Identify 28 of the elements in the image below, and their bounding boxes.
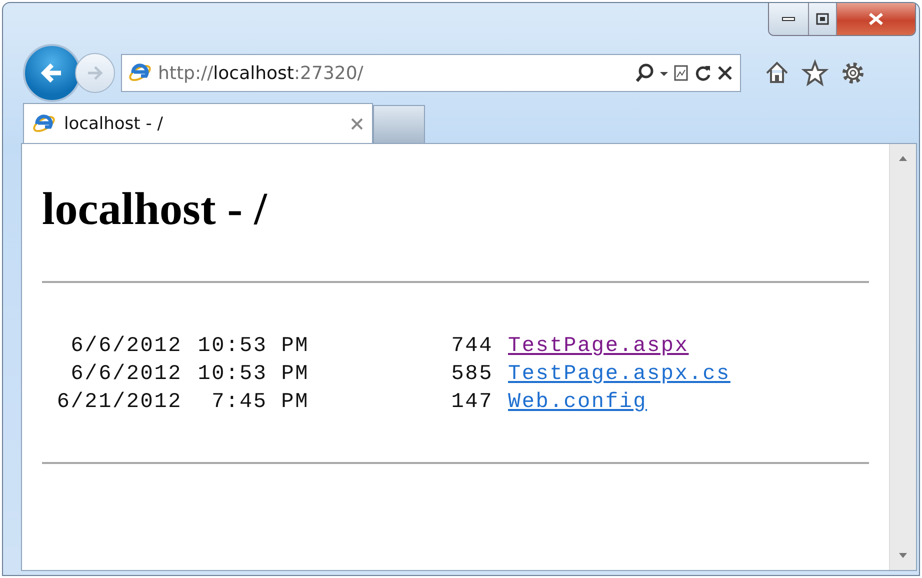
file-size: 147 — [450, 390, 493, 416]
search-icon[interactable] — [634, 62, 656, 84]
file-date: 6/21/2012 — [56, 390, 182, 416]
page-heading: localhost - / — [42, 182, 268, 235]
maximize-button[interactable] — [809, 3, 837, 35]
close-icon — [867, 12, 885, 26]
file-size: 744 — [450, 334, 493, 360]
file-date: 6/6/2012 — [70, 362, 182, 388]
maximize-icon — [814, 12, 830, 26]
file-time: 10:53 PM — [196, 362, 309, 388]
file-date: 6/6/2012 — [70, 334, 182, 360]
file-time: 10:53 PM — [196, 334, 309, 360]
file-link[interactable]: TestPage.aspx.cs — [508, 363, 730, 386]
tab-title: localhost - / — [64, 114, 164, 134]
file-time: 7:45 PM — [210, 390, 309, 416]
minimize-icon — [782, 17, 795, 21]
scroll-up-icon[interactable] — [898, 154, 908, 162]
star-icon[interactable] — [801, 59, 829, 87]
file-link[interactable]: TestPage.aspx — [508, 335, 689, 358]
scroll-down-icon[interactable] — [898, 552, 908, 560]
close-tab-icon[interactable] — [350, 116, 364, 130]
file-size: 585 — [450, 362, 493, 388]
vertical-scrollbar[interactable] — [889, 144, 916, 570]
address-field[interactable]: http://localhost:27320/ — [121, 54, 741, 92]
minimize-button[interactable] — [769, 3, 809, 35]
close-button[interactable] — [837, 3, 915, 35]
file-link[interactable]: Web.config — [508, 391, 648, 414]
browser-tab[interactable]: localhost - / — [23, 103, 373, 143]
